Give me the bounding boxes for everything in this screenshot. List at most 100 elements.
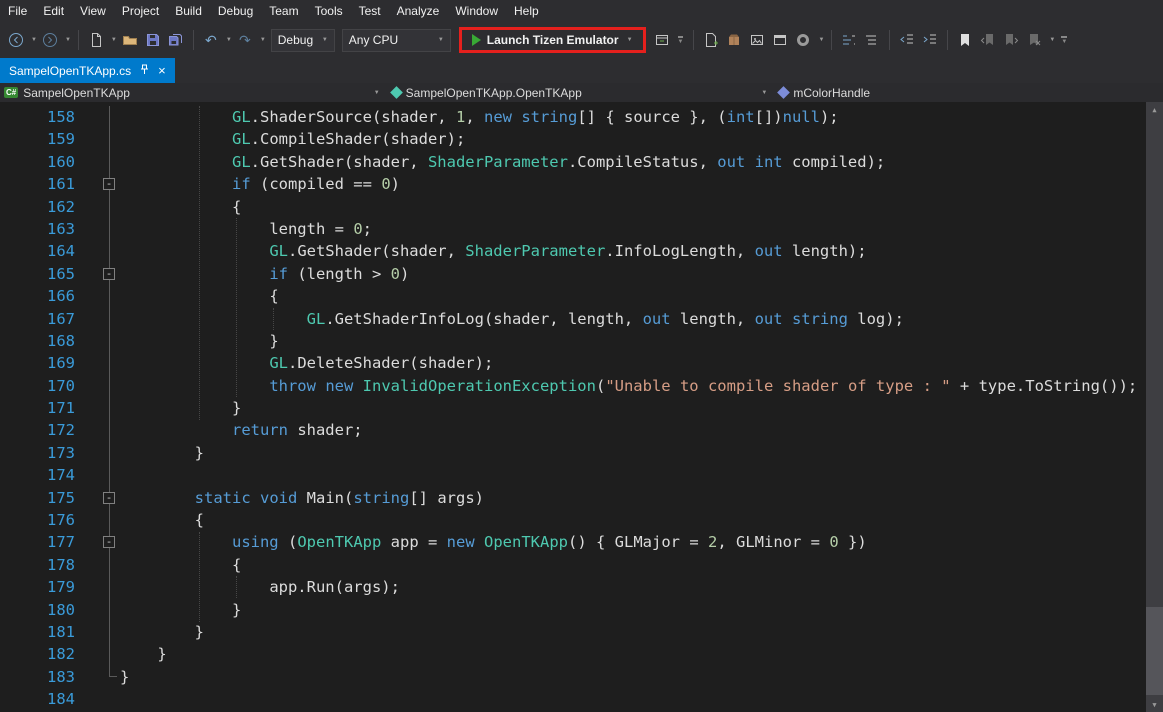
menu-item-debug[interactable]: Debug bbox=[210, 1, 261, 21]
line-number[interactable]: 163 bbox=[0, 218, 75, 240]
code-line[interactable]: 164 GL.GetShader(shader, ShaderParameter… bbox=[0, 240, 1163, 262]
clear-bookmarks-icon[interactable] bbox=[1024, 30, 1044, 50]
solution-platform-dropdown[interactable]: Any CPU ▼ bbox=[342, 29, 451, 52]
open-file-icon[interactable] bbox=[120, 30, 140, 50]
menu-item-file[interactable]: File bbox=[0, 1, 35, 21]
launch-tizen-emulator-button[interactable]: Launch Tizen Emulator ▼ bbox=[464, 31, 641, 49]
pin-tab-icon[interactable] bbox=[140, 64, 149, 78]
line-number[interactable]: 168 bbox=[0, 330, 75, 352]
line-number[interactable]: 178 bbox=[0, 554, 75, 576]
bookmark-icon[interactable] bbox=[955, 30, 975, 50]
options-ring-icon[interactable] bbox=[793, 30, 813, 50]
navigate-forward-icon[interactable] bbox=[40, 30, 60, 50]
image-icon[interactable] bbox=[747, 30, 767, 50]
line-number[interactable]: 183 bbox=[0, 666, 75, 688]
line-number[interactable]: 175 bbox=[0, 487, 75, 509]
line-number[interactable]: 180 bbox=[0, 599, 75, 621]
line-number[interactable]: 176 bbox=[0, 509, 75, 531]
menu-item-view[interactable]: View bbox=[72, 1, 114, 21]
menu-item-team[interactable]: Team bbox=[261, 1, 306, 21]
code-line[interactable]: 180 } bbox=[0, 599, 1163, 621]
previous-bookmark-icon[interactable] bbox=[978, 30, 998, 50]
line-number[interactable]: 173 bbox=[0, 442, 75, 464]
line-number[interactable]: 159 bbox=[0, 128, 75, 150]
code-line[interactable]: 176 { bbox=[0, 509, 1163, 531]
code-editor[interactable]: 158 GL.ShaderSource(shader, 1, new strin… bbox=[0, 102, 1163, 712]
caret-down-icon[interactable]: ▼ bbox=[111, 37, 117, 43]
code-line[interactable]: 174 bbox=[0, 464, 1163, 486]
code-line[interactable]: 179 app.Run(args); bbox=[0, 576, 1163, 598]
code-line[interactable]: 167 GL.GetShaderInfoLog(shader, length, … bbox=[0, 308, 1163, 330]
indent-increase-icon[interactable] bbox=[920, 30, 940, 50]
menu-item-project[interactable]: Project bbox=[114, 1, 167, 21]
fold-collapse-icon[interactable]: - bbox=[103, 536, 115, 548]
caret-down-icon[interactable]: ▼ bbox=[226, 37, 232, 43]
menu-item-test[interactable]: Test bbox=[351, 1, 389, 21]
caret-down-icon[interactable]: ▼ bbox=[31, 37, 37, 43]
scroll-up-icon[interactable]: ▲ bbox=[1146, 102, 1163, 117]
indent-decrease-icon[interactable] bbox=[897, 30, 917, 50]
code-line[interactable]: 181 } bbox=[0, 621, 1163, 643]
outline-list-alt-icon[interactable] bbox=[862, 30, 882, 50]
redo-icon[interactable]: ↷ bbox=[235, 30, 255, 50]
code-line[interactable]: 172 return shader; bbox=[0, 419, 1163, 441]
menu-item-edit[interactable]: Edit bbox=[35, 1, 72, 21]
code-line[interactable]: 169 GL.DeleteShader(shader); bbox=[0, 352, 1163, 374]
add-item-icon[interactable] bbox=[701, 30, 721, 50]
code-line[interactable]: 158 GL.ShaderSource(shader, 1, new strin… bbox=[0, 106, 1163, 128]
save-icon[interactable] bbox=[143, 30, 163, 50]
code-line[interactable]: 183} bbox=[0, 666, 1163, 688]
code-line[interactable]: 165- if (length > 0) bbox=[0, 263, 1163, 285]
toolbar-overflow-icon[interactable]: ▼ bbox=[678, 36, 684, 45]
line-number[interactable]: 172 bbox=[0, 419, 75, 441]
save-all-icon[interactable] bbox=[166, 30, 186, 50]
menu-item-window[interactable]: Window bbox=[447, 1, 506, 21]
code-line[interactable]: 163 length = 0; bbox=[0, 218, 1163, 240]
line-number[interactable]: 158 bbox=[0, 106, 75, 128]
fold-collapse-icon[interactable]: - bbox=[103, 268, 115, 280]
fold-collapse-icon[interactable]: - bbox=[103, 492, 115, 504]
line-number[interactable]: 164 bbox=[0, 240, 75, 262]
line-number[interactable]: 169 bbox=[0, 352, 75, 374]
line-number[interactable]: 166 bbox=[0, 285, 75, 307]
line-number[interactable]: 174 bbox=[0, 464, 75, 486]
breadcrumb-member-dropdown[interactable]: mColorHandle bbox=[775, 83, 1163, 102]
line-number[interactable]: 162 bbox=[0, 196, 75, 218]
new-file-icon[interactable] bbox=[86, 30, 106, 50]
toolbar-overflow-icon[interactable]: ▼ bbox=[1061, 36, 1067, 45]
attach-process-icon[interactable] bbox=[652, 30, 672, 50]
caret-down-icon[interactable]: ▼ bbox=[1049, 37, 1055, 43]
package-icon[interactable] bbox=[724, 30, 744, 50]
menu-item-tools[interactable]: Tools bbox=[307, 1, 351, 21]
breadcrumb-project-dropdown[interactable]: C# SampelOpenTKApp ▼ bbox=[0, 83, 388, 102]
code-line[interactable]: 173 } bbox=[0, 442, 1163, 464]
line-number[interactable]: 179 bbox=[0, 576, 75, 598]
caret-down-icon[interactable]: ▼ bbox=[65, 37, 71, 43]
active-tab[interactable]: SampelOpenTKApp.cs × bbox=[0, 58, 175, 83]
line-number[interactable]: 177 bbox=[0, 531, 75, 553]
code-line[interactable]: 182 } bbox=[0, 643, 1163, 665]
code-line[interactable]: 160 GL.GetShader(shader, ShaderParameter… bbox=[0, 151, 1163, 173]
line-number[interactable]: 170 bbox=[0, 375, 75, 397]
menu-item-help[interactable]: Help bbox=[506, 1, 547, 21]
outline-list-icon[interactable] bbox=[839, 30, 859, 50]
window-icon[interactable] bbox=[770, 30, 790, 50]
code-line[interactable]: 162 { bbox=[0, 196, 1163, 218]
code-line[interactable]: 170 throw new InvalidOperationException(… bbox=[0, 375, 1163, 397]
code-line[interactable]: 171 } bbox=[0, 397, 1163, 419]
solution-configuration-dropdown[interactable]: Debug ▼ bbox=[271, 29, 335, 52]
code-line[interactable]: 159 GL.CompileShader(shader); bbox=[0, 128, 1163, 150]
fold-collapse-icon[interactable]: - bbox=[103, 178, 115, 190]
undo-icon[interactable]: ↶ bbox=[201, 30, 221, 50]
line-number[interactable]: 160 bbox=[0, 151, 75, 173]
next-bookmark-icon[interactable] bbox=[1001, 30, 1021, 50]
code-line[interactable]: 161- if (compiled == 0) bbox=[0, 173, 1163, 195]
code-line[interactable]: 175- static void Main(string[] args) bbox=[0, 487, 1163, 509]
line-number[interactable]: 182 bbox=[0, 643, 75, 665]
code-line[interactable]: 178 { bbox=[0, 554, 1163, 576]
code-line[interactable]: 184 bbox=[0, 688, 1163, 710]
navigate-back-icon[interactable] bbox=[6, 30, 26, 50]
line-number[interactable]: 161 bbox=[0, 173, 75, 195]
caret-down-icon[interactable]: ▼ bbox=[260, 37, 266, 43]
close-tab-icon[interactable]: × bbox=[158, 64, 166, 77]
